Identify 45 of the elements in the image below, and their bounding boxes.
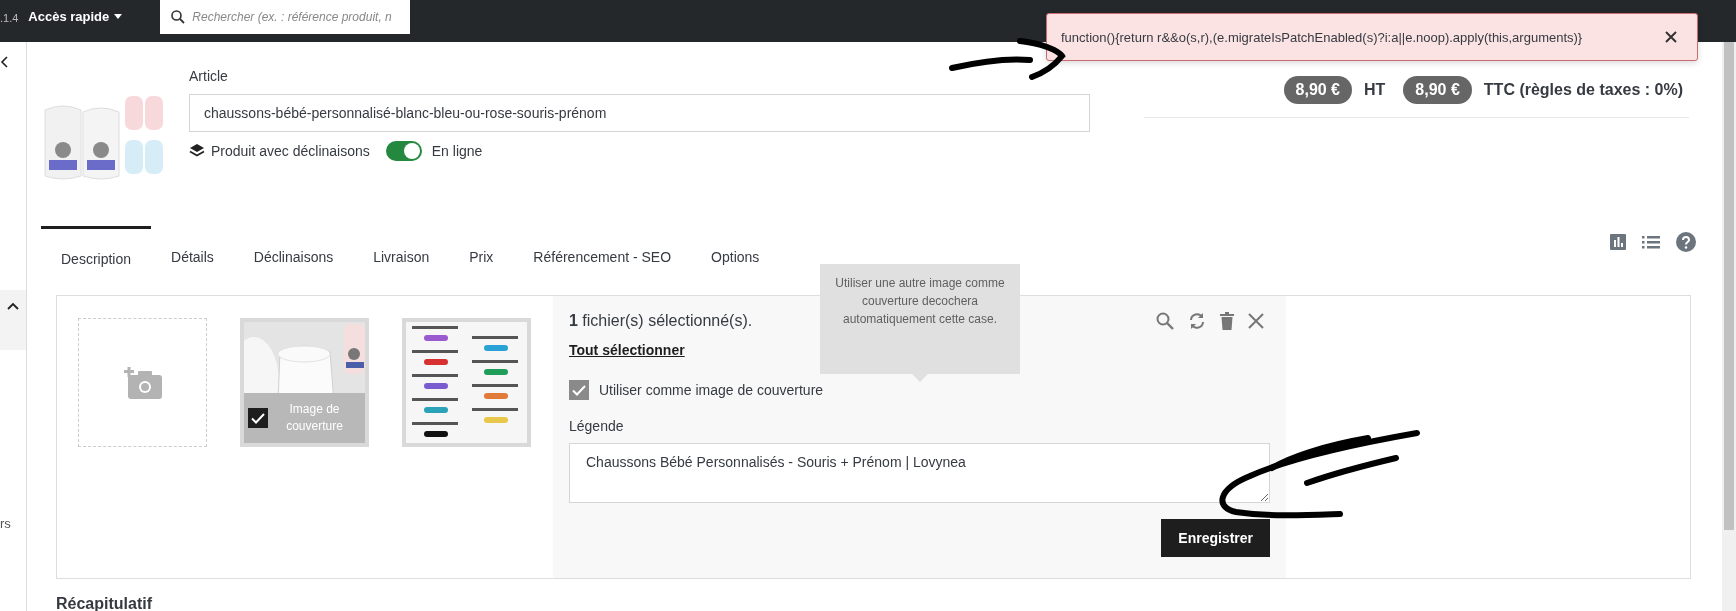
close-icon[interactable] bbox=[1665, 31, 1677, 43]
tab[interactable]: Prix bbox=[449, 226, 514, 274]
chevron-left-icon[interactable] bbox=[0, 56, 8, 68]
quick-access-menu[interactable]: Accès rapide bbox=[28, 9, 123, 24]
chevron-up-icon[interactable] bbox=[7, 302, 19, 310]
version-text: .1.4 bbox=[0, 12, 19, 24]
tab[interactable]: Détails bbox=[151, 226, 234, 274]
price-badge: 8,90 € bbox=[1283, 76, 1352, 104]
caption-field[interactable]: Chaussons Bébé Personnalisés - Souris + Prénom | Lovynea bbox=[569, 443, 1270, 503]
field-label: Légende bbox=[569, 418, 625, 434]
tab[interactable]: Description bbox=[41, 226, 152, 274]
layers-icon bbox=[189, 143, 205, 159]
tab[interactable]: Livraison bbox=[353, 226, 450, 274]
online-label: En ligne bbox=[431, 143, 483, 159]
sidebar-label: rs bbox=[0, 516, 12, 531]
product-name-field[interactable]: chaussons-bébé-personnalisé-blanc-bleu-ou-rose-souris-prénom bbox=[189, 94, 1090, 132]
select-all-link[interactable]: Tout sélectionner bbox=[569, 342, 685, 358]
search-icon bbox=[171, 10, 186, 24]
save-button[interactable]: Enregistrer bbox=[1161, 519, 1270, 557]
caret-icon bbox=[114, 14, 123, 19]
search-icon[interactable] bbox=[1156, 312, 1174, 330]
tab[interactable]: Options bbox=[691, 226, 780, 274]
alert-message: function(){return r&&o(s,r),(e.migrateIsPatchEnabled(s)?i:a||e.noop).apply(this,arguments)} bbox=[1061, 29, 1583, 45]
trash-icon[interactable] bbox=[1220, 312, 1234, 330]
tab[interactable]: Référencement - SEO bbox=[513, 226, 692, 274]
field-label: Article bbox=[189, 68, 229, 84]
tab[interactable]: Déclinaisons bbox=[233, 226, 354, 274]
scrollbar-thumb[interactable] bbox=[1724, 42, 1734, 530]
tooltip-text: Utiliser une autre image comme couverture decochera automatiquement cette case. bbox=[834, 275, 1006, 328]
combinations-label: Produit avec déclinaisons bbox=[211, 143, 370, 159]
help-icon[interactable] bbox=[1676, 232, 1696, 252]
bar-chart-icon[interactable] bbox=[1610, 234, 1626, 250]
list-icon[interactable] bbox=[1642, 235, 1660, 249]
checkbox[interactable] bbox=[569, 380, 589, 400]
checkbox-label: Utiliser comme image de couverture bbox=[599, 382, 824, 398]
refresh-icon[interactable] bbox=[1188, 312, 1206, 330]
price-label: TTC (règles de taxes : 0%) bbox=[1483, 81, 1683, 99]
cover-label: Image de couverture bbox=[285, 401, 344, 435]
selection-count: 1 fichier(s) sélectionné(s). bbox=[569, 312, 753, 330]
price-badge: 8,90 € bbox=[1403, 76, 1472, 104]
search-field[interactable]: Rechercher (ex. : référence produit, n bbox=[160, 0, 411, 34]
price-label: HT bbox=[1364, 81, 1386, 99]
camera-plus-icon bbox=[123, 366, 162, 399]
checkbox[interactable] bbox=[248, 408, 268, 428]
online-toggle[interactable] bbox=[385, 141, 422, 161]
